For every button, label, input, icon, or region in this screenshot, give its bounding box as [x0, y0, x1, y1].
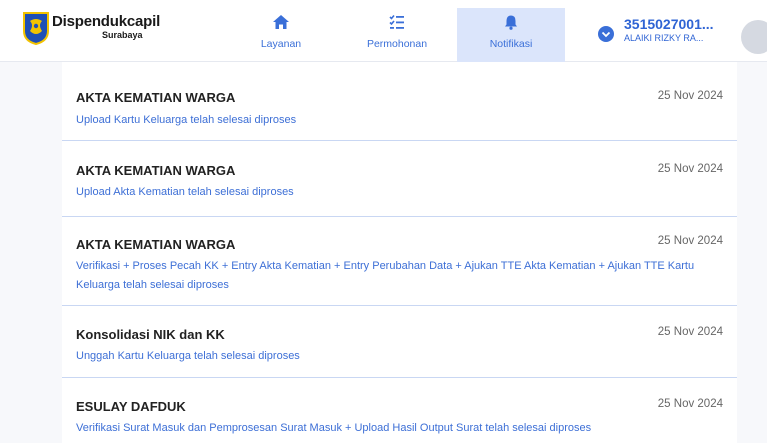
notification-item[interactable]: AKTA KEMATIAN WARGA 25 Nov 2024 Verifika…	[62, 217, 737, 306]
notification-date: 25 Nov 2024	[657, 235, 723, 247]
notification-title: AKTA KEMATIAN WARGA	[76, 90, 236, 105]
notification-message: Verifikasi Surat Masuk dan Pemprosesan S…	[76, 422, 592, 434]
home-icon	[227, 14, 335, 30]
avatar[interactable]	[741, 20, 767, 54]
bell-icon	[457, 14, 565, 30]
tab-permohonan-label: Permohonan	[366, 38, 428, 50]
notification-message: Unggah Kartu Keluarga telah selesai dipr…	[76, 350, 300, 362]
notification-item[interactable]: ESULAY DAFDUK 25 Nov 2024 Verifikasi Sur…	[62, 378, 737, 443]
surabaya-logo-icon[interactable]	[22, 11, 50, 46]
brand-name: Dispendukcapil	[52, 13, 161, 30]
tab-notifikasi[interactable]: Notifikasi	[457, 8, 565, 62]
tab-layanan-label: Layanan	[260, 38, 302, 50]
notification-title: AKTA KEMATIAN WARGA	[76, 163, 236, 178]
notification-title: Konsolidasi NIK dan KK	[76, 327, 225, 342]
tab-notifikasi-label: Notifikasi	[489, 38, 533, 50]
user-nik[interactable]: 3515027001...	[624, 16, 714, 32]
user-name[interactable]: ALAIKI RIZKY RA...	[624, 33, 703, 43]
notification-message: Upload Akta Kematian telah selesai dipro…	[76, 186, 294, 198]
notification-title: AKTA KEMATIAN WARGA	[76, 237, 236, 252]
main-content: AKTA KEMATIAN WARGA 25 Nov 2024 Upload K…	[0, 62, 767, 443]
checklist-icon	[343, 14, 451, 30]
top-header: Dispendukcapil Surabaya Layanan Permohon…	[0, 0, 767, 62]
tab-layanan[interactable]: Layanan	[227, 8, 335, 62]
notification-date: 25 Nov 2024	[657, 398, 723, 410]
notification-item[interactable]: AKTA KEMATIAN WARGA 25 Nov 2024 Upload A…	[62, 141, 737, 217]
notification-message: Upload Kartu Keluarga telah selesai dipr…	[76, 114, 297, 126]
chevron-down-icon[interactable]	[598, 26, 614, 42]
notification-date: 25 Nov 2024	[657, 90, 723, 102]
notification-message: Verifikasi + Proses Pecah KK + Entry Akt…	[76, 260, 695, 291]
notification-item[interactable]: AKTA KEMATIAN WARGA 25 Nov 2024 Upload K…	[62, 62, 737, 141]
brand-city: Surabaya	[102, 30, 143, 40]
notification-title: ESULAY DAFDUK	[76, 399, 186, 414]
notification-date: 25 Nov 2024	[657, 163, 723, 175]
notification-list: AKTA KEMATIAN WARGA 25 Nov 2024 Upload K…	[62, 62, 737, 443]
tab-permohonan[interactable]: Permohonan	[343, 8, 451, 62]
notification-date: 25 Nov 2024	[657, 326, 723, 338]
notification-item[interactable]: Konsolidasi NIK dan KK 25 Nov 2024 Ungga…	[62, 306, 737, 378]
